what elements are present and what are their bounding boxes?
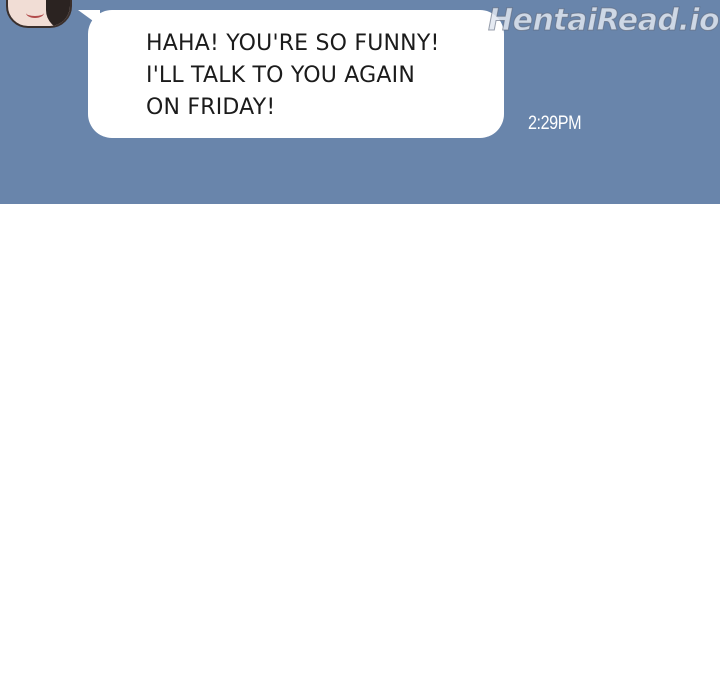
- avatar: [6, 0, 72, 28]
- avatar-mouth: [26, 8, 44, 18]
- avatar-hair: [46, 0, 70, 26]
- watermark: HentaiRead.io: [487, 3, 720, 38]
- message-timestamp: 2:29PM: [528, 113, 582, 134]
- message-text: HAHA! YOU'RE SO FUNNY! I'LL TALK TO YOU …: [146, 31, 440, 120]
